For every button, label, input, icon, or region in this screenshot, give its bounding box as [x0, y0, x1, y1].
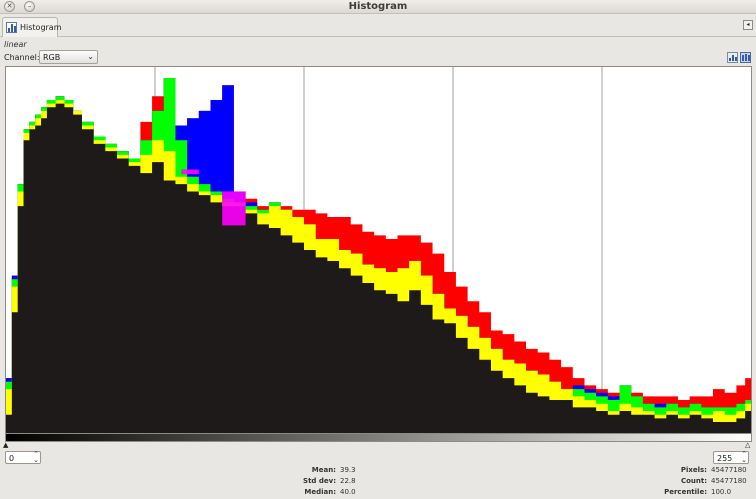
- tab-menu-button[interactable]: ◂: [743, 20, 753, 30]
- tab-histogram-label: Histogram: [20, 23, 62, 32]
- dock-tab-bar: Histogram ◂: [0, 15, 756, 37]
- count-value: 45477180: [711, 477, 747, 485]
- histogram-overlap-magenta-1: [181, 169, 199, 175]
- value-gradient-bar: [5, 433, 752, 442]
- count-label: Count:: [680, 477, 707, 485]
- mean-label: Mean:: [311, 466, 336, 474]
- range-high-value: 255: [717, 454, 733, 463]
- spin-arrows-icon: ⌃ ⌄: [33, 450, 39, 464]
- median-value: 40.0: [340, 488, 356, 496]
- range-low-spinbutton[interactable]: 0 ⌃ ⌄: [5, 451, 41, 464]
- tab-histogram[interactable]: Histogram: [2, 17, 62, 37]
- low-range-handle[interactable]: ▲: [3, 441, 8, 449]
- spin-arrows-icon: ⌃ ⌄: [741, 450, 747, 464]
- channel-selected-value: RGB: [43, 53, 61, 62]
- channel-select[interactable]: RGB ⌄: [39, 50, 98, 64]
- range-high-spinbutton[interactable]: 255 ⌃ ⌄: [713, 451, 749, 464]
- high-range-handle[interactable]: △: [745, 441, 750, 449]
- histogram-graph[interactable]: [5, 66, 752, 434]
- window-title: Histogram: [348, 1, 408, 12]
- pixels-value: 45477180: [711, 466, 747, 474]
- median-label: Median:: [304, 488, 336, 496]
- histogram-chart: [6, 67, 751, 433]
- histogram-window: ✕ – Histogram Histogram ◂ linear Channel…: [0, 0, 756, 499]
- histogram-mode-label: linear: [4, 40, 27, 49]
- linear-histogram-button[interactable]: [727, 52, 738, 63]
- percentile-value: 100.0: [711, 488, 732, 496]
- percentile-label: Percentile:: [664, 488, 707, 496]
- std-dev-label: Std dev:: [303, 477, 336, 485]
- chevron-down-icon: ⌄: [87, 52, 94, 61]
- range-low-value: 0: [9, 454, 15, 463]
- mean-value: 39.3: [340, 466, 356, 474]
- histogram-overlap-magenta-2: [222, 191, 246, 226]
- logarithmic-histogram-button[interactable]: [740, 52, 751, 63]
- histogram-icon: [6, 22, 17, 33]
- triangle-left-icon: ◂: [746, 21, 750, 28]
- pixels-label: Pixels:: [680, 466, 707, 474]
- std-dev-value: 22.8: [340, 477, 356, 485]
- channel-label: Channel:: [4, 53, 40, 62]
- title-bar: ✕ – Histogram: [0, 0, 756, 14]
